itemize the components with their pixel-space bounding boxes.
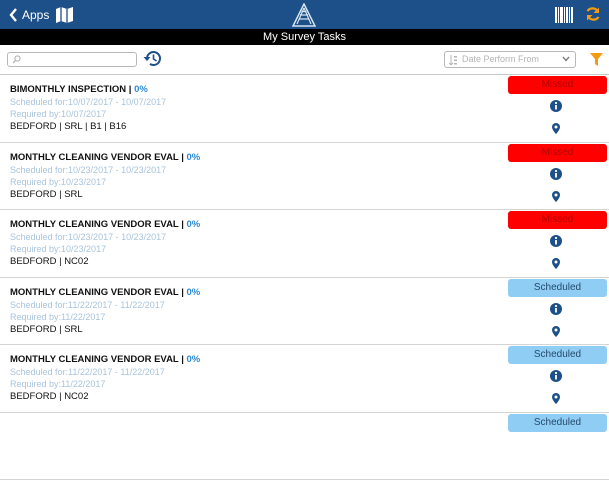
task-title: MONTHLY CLEANING VENDOR EVAL | 0% — [10, 152, 200, 163]
task-scheduled: Scheduled for:10/07/2017 - 10/07/2017 — [10, 97, 166, 107]
task-location: BEDFORD | NC02 — [10, 256, 88, 267]
task-name: MONTHLY CLEANING VENDOR EVAL | — [10, 287, 187, 298]
task-row[interactable]: MONTHLY CLEANING VENDOR EVAL | 0% Schedu… — [0, 210, 609, 278]
chevron-down-icon — [562, 56, 570, 62]
task-row[interactable]: MONTHLY CLEANING VENDOR EVAL | 0% Schedu… — [0, 278, 609, 346]
task-location: BEDFORD | SRL — [10, 324, 83, 335]
task-title: MONTHLY CLEANING VENDOR EVAL | 0% — [10, 219, 200, 230]
task-percent: 0% — [187, 287, 201, 298]
task-row[interactable]: MONTHLY CLEANING VENDOR EVAL | 0% Schedu… — [0, 345, 609, 413]
search-icon — [12, 55, 21, 64]
chevron-left-icon — [9, 8, 18, 22]
task-scheduled: Scheduled for:11/22/2017 - 11/22/2017 — [10, 367, 165, 377]
task-scheduled: Scheduled for:10/23/2017 - 10/23/2017 — [10, 232, 166, 242]
location-pin-icon[interactable] — [552, 393, 560, 404]
task-title: BIMONTHLY INSPECTION | 0% — [10, 84, 148, 95]
task-scheduled: Scheduled for:10/23/2017 - 10/23/2017 — [10, 165, 166, 175]
task-location: BEDFORD | NC02 — [10, 391, 88, 402]
task-title: MONTHLY CLEANING VENDOR EVAL | 0% — [10, 287, 200, 298]
info-icon[interactable] — [550, 303, 562, 315]
refresh-icon[interactable] — [585, 6, 601, 22]
location-pin-icon[interactable] — [552, 258, 560, 269]
info-icon[interactable] — [550, 100, 562, 112]
task-name: MONTHLY CLEANING VENDOR EVAL | — [10, 354, 187, 365]
task-row[interactable]: Scheduled — [0, 413, 609, 480]
task-required: Required by:10/07/2017 — [10, 109, 106, 119]
app-header: Apps — [0, 0, 609, 29]
status-badge[interactable]: Scheduled — [508, 279, 607, 297]
barcode-scan-icon[interactable] — [555, 7, 573, 23]
status-badge[interactable]: Scheduled — [508, 414, 607, 432]
task-row[interactable]: BIMONTHLY INSPECTION | 0% Scheduled for:… — [0, 75, 609, 143]
task-title: MONTHLY CLEANING VENDOR EVAL | 0% — [10, 354, 200, 365]
back-label: Apps — [22, 8, 49, 22]
back-to-apps-button[interactable]: Apps — [9, 6, 49, 24]
task-row[interactable]: MONTHLY CLEANING VENDOR EVAL | 0% Schedu… — [0, 143, 609, 211]
task-required: Required by:11/22/2017 — [10, 379, 105, 389]
date-filter-placeholder: Date Perform From — [462, 54, 539, 64]
location-pin-icon[interactable] — [552, 191, 560, 202]
history-icon[interactable] — [143, 50, 162, 67]
location-pin-icon[interactable] — [552, 123, 560, 134]
search-box[interactable] — [7, 52, 137, 67]
task-list: BIMONTHLY INSPECTION | 0% Scheduled for:… — [0, 75, 609, 480]
location-pin-icon[interactable] — [552, 326, 560, 337]
app-logo-icon — [291, 3, 317, 27]
task-percent: 0% — [187, 152, 201, 163]
status-badge[interactable]: Missed — [508, 76, 607, 94]
task-name: MONTHLY CLEANING VENDOR EVAL | — [10, 152, 187, 163]
info-icon[interactable] — [550, 235, 562, 247]
info-icon[interactable] — [550, 168, 562, 180]
status-badge[interactable]: Scheduled — [508, 346, 607, 364]
date-perform-from-select[interactable]: Date Perform From — [444, 51, 576, 68]
page-title: My Survey Tasks — [0, 29, 609, 45]
filter-funnel-icon[interactable] — [590, 53, 603, 66]
task-percent: 0% — [187, 354, 201, 365]
status-badge[interactable]: Missed — [508, 211, 607, 229]
task-location: BEDFORD | SRL — [10, 189, 83, 200]
task-name: BIMONTHLY INSPECTION | — [10, 84, 134, 95]
filter-bar: Date Perform From — [0, 45, 609, 75]
map-icon[interactable] — [55, 7, 74, 23]
task-percent: 0% — [187, 219, 201, 230]
info-icon[interactable] — [550, 370, 562, 382]
task-required: Required by:10/23/2017 — [10, 244, 106, 254]
status-badge[interactable]: Missed — [508, 144, 607, 162]
sort-date-icon — [449, 55, 458, 65]
task-location: BEDFORD | SRL | B1 | B16 — [10, 121, 126, 132]
task-name: MONTHLY CLEANING VENDOR EVAL | — [10, 219, 187, 230]
search-input[interactable] — [24, 53, 134, 66]
task-percent: 0% — [134, 84, 148, 95]
task-required: Required by:11/22/2017 — [10, 312, 105, 322]
task-scheduled: Scheduled for:11/22/2017 - 11/22/2017 — [10, 300, 165, 310]
task-required: Required by:10/23/2017 — [10, 177, 106, 187]
